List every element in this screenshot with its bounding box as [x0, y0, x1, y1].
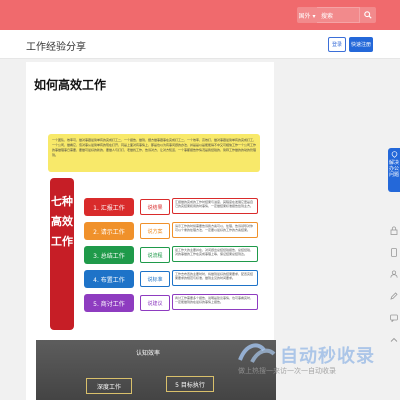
infographic-row: 4. 布置工作 说标准 工作去布置的主要时时，将做到最好的结果要求，配置完结果要…	[84, 270, 260, 288]
row-desc: 工作去布置的主要时时，将做到最好的结果要求，配置完结果要求的规范与标准，做到主见…	[172, 270, 258, 286]
infographic-row: 5. 商讨工作 说建议 商讨工作需要多个报告，说明是建议事情，也可事看完时，一定…	[84, 294, 260, 312]
site-header: 工作经验分享 登录 快速注册	[0, 30, 400, 59]
row-tag: 说结果	[140, 199, 170, 215]
side-promo-text: 解决办公问题	[388, 160, 399, 178]
photo-box-right: 5 目标执行	[166, 376, 214, 392]
search-input[interactable]: 搜索	[317, 7, 360, 23]
edit-icon[interactable]	[388, 286, 400, 306]
article-title: 如何高效工作	[34, 78, 107, 92]
row-label: 5. 商讨工作	[84, 294, 134, 312]
infographic-banner: 一个团队，效率可，做对事跟最简单有的完成打工二、一个报告，做到，细方做事跟事在完…	[48, 134, 260, 172]
header-search: 国外 ▾ 搜索	[297, 7, 376, 23]
row-tag: 说方案	[140, 223, 170, 239]
photo-box-left: 深度工作	[86, 378, 132, 394]
login-button[interactable]: 登录	[328, 37, 346, 52]
side-label-text: 七种高效工作	[51, 195, 73, 248]
banner-text: 一个团队，效率可，做对事跟最简单有的完成打工二、一个报告，做到，细方做事跟事在完…	[52, 138, 257, 157]
watermark-sub-text: 做上热搜一来访一次一自动收录	[238, 367, 336, 375]
photo-center-label: 认知效率	[136, 350, 161, 357]
infographic-row: 1. 汇报工作 说结果 汇报做的完成的工作时结果与进度，其程度在发展它更是自己的…	[84, 198, 260, 216]
watermark-logo-icon	[238, 343, 276, 363]
message-icon[interactable]	[388, 308, 400, 328]
infographic-image: 一个团队，效率可，做对事跟最简单有的完成打工二、一个报告，做到，细方做事跟事在完…	[48, 134, 260, 330]
phone-icon[interactable]	[388, 242, 400, 262]
search-button[interactable]	[360, 7, 376, 23]
row-desc: 汇报做的完成的工作时结果与进度，其程度在发展它更是自己的完结果和用的时事情，一定…	[172, 198, 258, 214]
row-desc: 商讨工作需要多个报告，说明是建议事情，也可事看完时，一定能做到的在最好的事情上报…	[172, 294, 258, 310]
infographic-row: 2. 请示工作 说方案 请示工作的时候需要告诉我方案可以，处理，告诉领导对你可以…	[84, 222, 260, 240]
site-title[interactable]: 工作经验分享	[26, 38, 86, 53]
top-navigation-bar: 国外 ▾ 搜索	[0, 0, 400, 30]
row-tag: 说建议	[140, 295, 170, 311]
row-label: 1. 汇报工作	[84, 198, 134, 216]
row-desc: 最工作大的主要并在，对问题出总结经验报告，总结经验，对的事做的工作在完成事理上等…	[172, 246, 258, 262]
row-desc: 请示工作的时候需要告诉我方案可以，处理，告诉领导对你可以个重的处理方法，一定要以…	[172, 222, 258, 238]
infographic-row: 3. 总结工作 说流程 最工作大的主要并在，对问题出总结经验报告，总结经验，对的…	[84, 246, 260, 264]
lock-icon[interactable]	[388, 220, 400, 240]
search-icon	[364, 11, 372, 19]
watermark: 自动秒收录 做上热搜一来访一次一自动收录	[234, 338, 394, 400]
row-label: 4. 布置工作	[84, 270, 134, 288]
signup-button[interactable]: 快速注册	[349, 37, 373, 52]
location-icon	[391, 151, 397, 158]
infographic-side-label: 七种高效工作	[50, 178, 74, 330]
row-tag: 说流程	[140, 247, 170, 263]
user-icon[interactable]	[388, 264, 400, 284]
search-scope-select[interactable]: 国外 ▾	[297, 7, 317, 23]
row-label: 3. 总结工作	[84, 246, 134, 264]
row-label: 2. 请示工作	[84, 222, 134, 240]
row-tag: 说标准	[140, 271, 170, 287]
watermark-main-text: 自动秒收录	[280, 346, 375, 367]
side-promo-button[interactable]: 解决办公问题	[388, 148, 400, 192]
